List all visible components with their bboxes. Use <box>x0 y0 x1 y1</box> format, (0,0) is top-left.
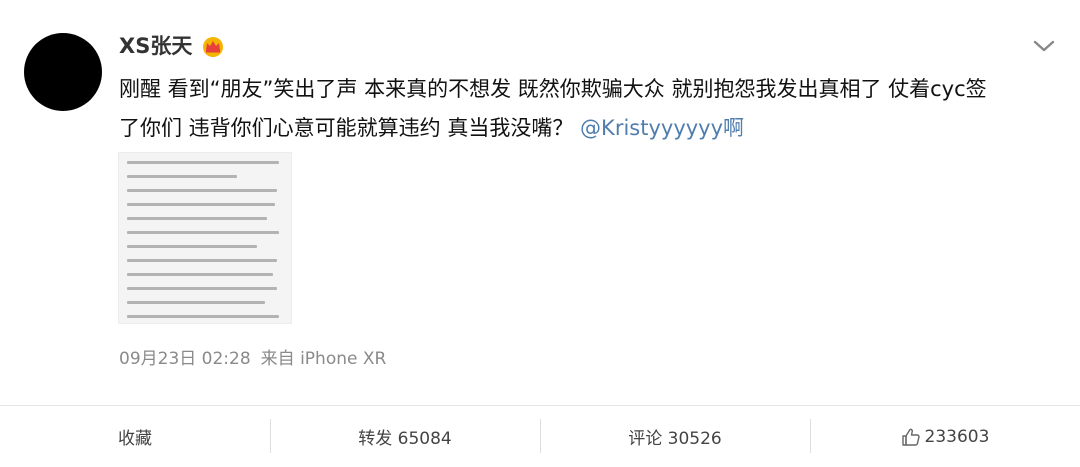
post-text-line-2: 了你们 违背你们心意可能就算违约 真当我没嘴？ @Kristyyyyyy啊 <box>119 109 1059 148</box>
post-source[interactable]: 来自 iPhone XR <box>261 347 387 371</box>
chevron-down-icon[interactable] <box>1032 36 1056 56</box>
image-text-line <box>127 175 237 178</box>
mention-link[interactable]: @Kristyyyyyy啊 <box>580 116 744 140</box>
favorite-button[interactable]: 收藏 <box>0 406 270 467</box>
image-text-line <box>127 217 267 220</box>
username[interactable]: XS张天 <box>119 32 192 60</box>
image-text-line <box>127 203 275 206</box>
image-text-line <box>127 245 257 248</box>
image-text-line <box>127 189 277 192</box>
post-text-line-1: 刚醒 看到“朋友”笑出了声 本来真的不想发 既然你欺骗大众 就别抱怨我发出真相了… <box>119 77 987 101</box>
image-text-line <box>127 161 279 164</box>
post-meta: 09月23日 02:28 来自 iPhone XR <box>119 347 386 371</box>
favorite-label: 收藏 <box>118 429 152 449</box>
post-date: 09月23日 02:28 <box>119 349 251 369</box>
comment-button[interactable]: 评论 30526 <box>540 406 810 467</box>
post-image-thumbnail[interactable] <box>118 152 292 324</box>
image-text-line <box>127 301 265 304</box>
avatar[interactable] <box>24 33 102 111</box>
post-text: 刚醒 看到“朋友”笑出了声 本来真的不想发 既然你欺骗大众 就别抱怨我发出真相了… <box>119 70 1059 148</box>
like-button[interactable]: 233603 <box>810 406 1080 467</box>
image-text-line <box>127 259 277 262</box>
image-text-line <box>127 231 279 234</box>
thumbs-up-icon <box>901 428 920 446</box>
action-bar: 收藏 转发 65084 评论 30526 233603 <box>0 406 1080 467</box>
repost-button[interactable]: 转发 65084 <box>270 406 540 467</box>
image-text-line <box>127 287 277 290</box>
like-count: 233603 <box>924 426 990 447</box>
post-header: XS张天 <box>119 32 226 60</box>
image-text-line <box>127 273 273 276</box>
crown-icon <box>203 37 224 57</box>
repost-label: 转发 65084 <box>358 429 452 449</box>
image-text-line <box>127 315 279 318</box>
post-text-body: 了你们 违背你们心意可能就算违约 真当我没嘴？ <box>119 116 574 140</box>
comment-label: 评论 30526 <box>628 429 722 449</box>
